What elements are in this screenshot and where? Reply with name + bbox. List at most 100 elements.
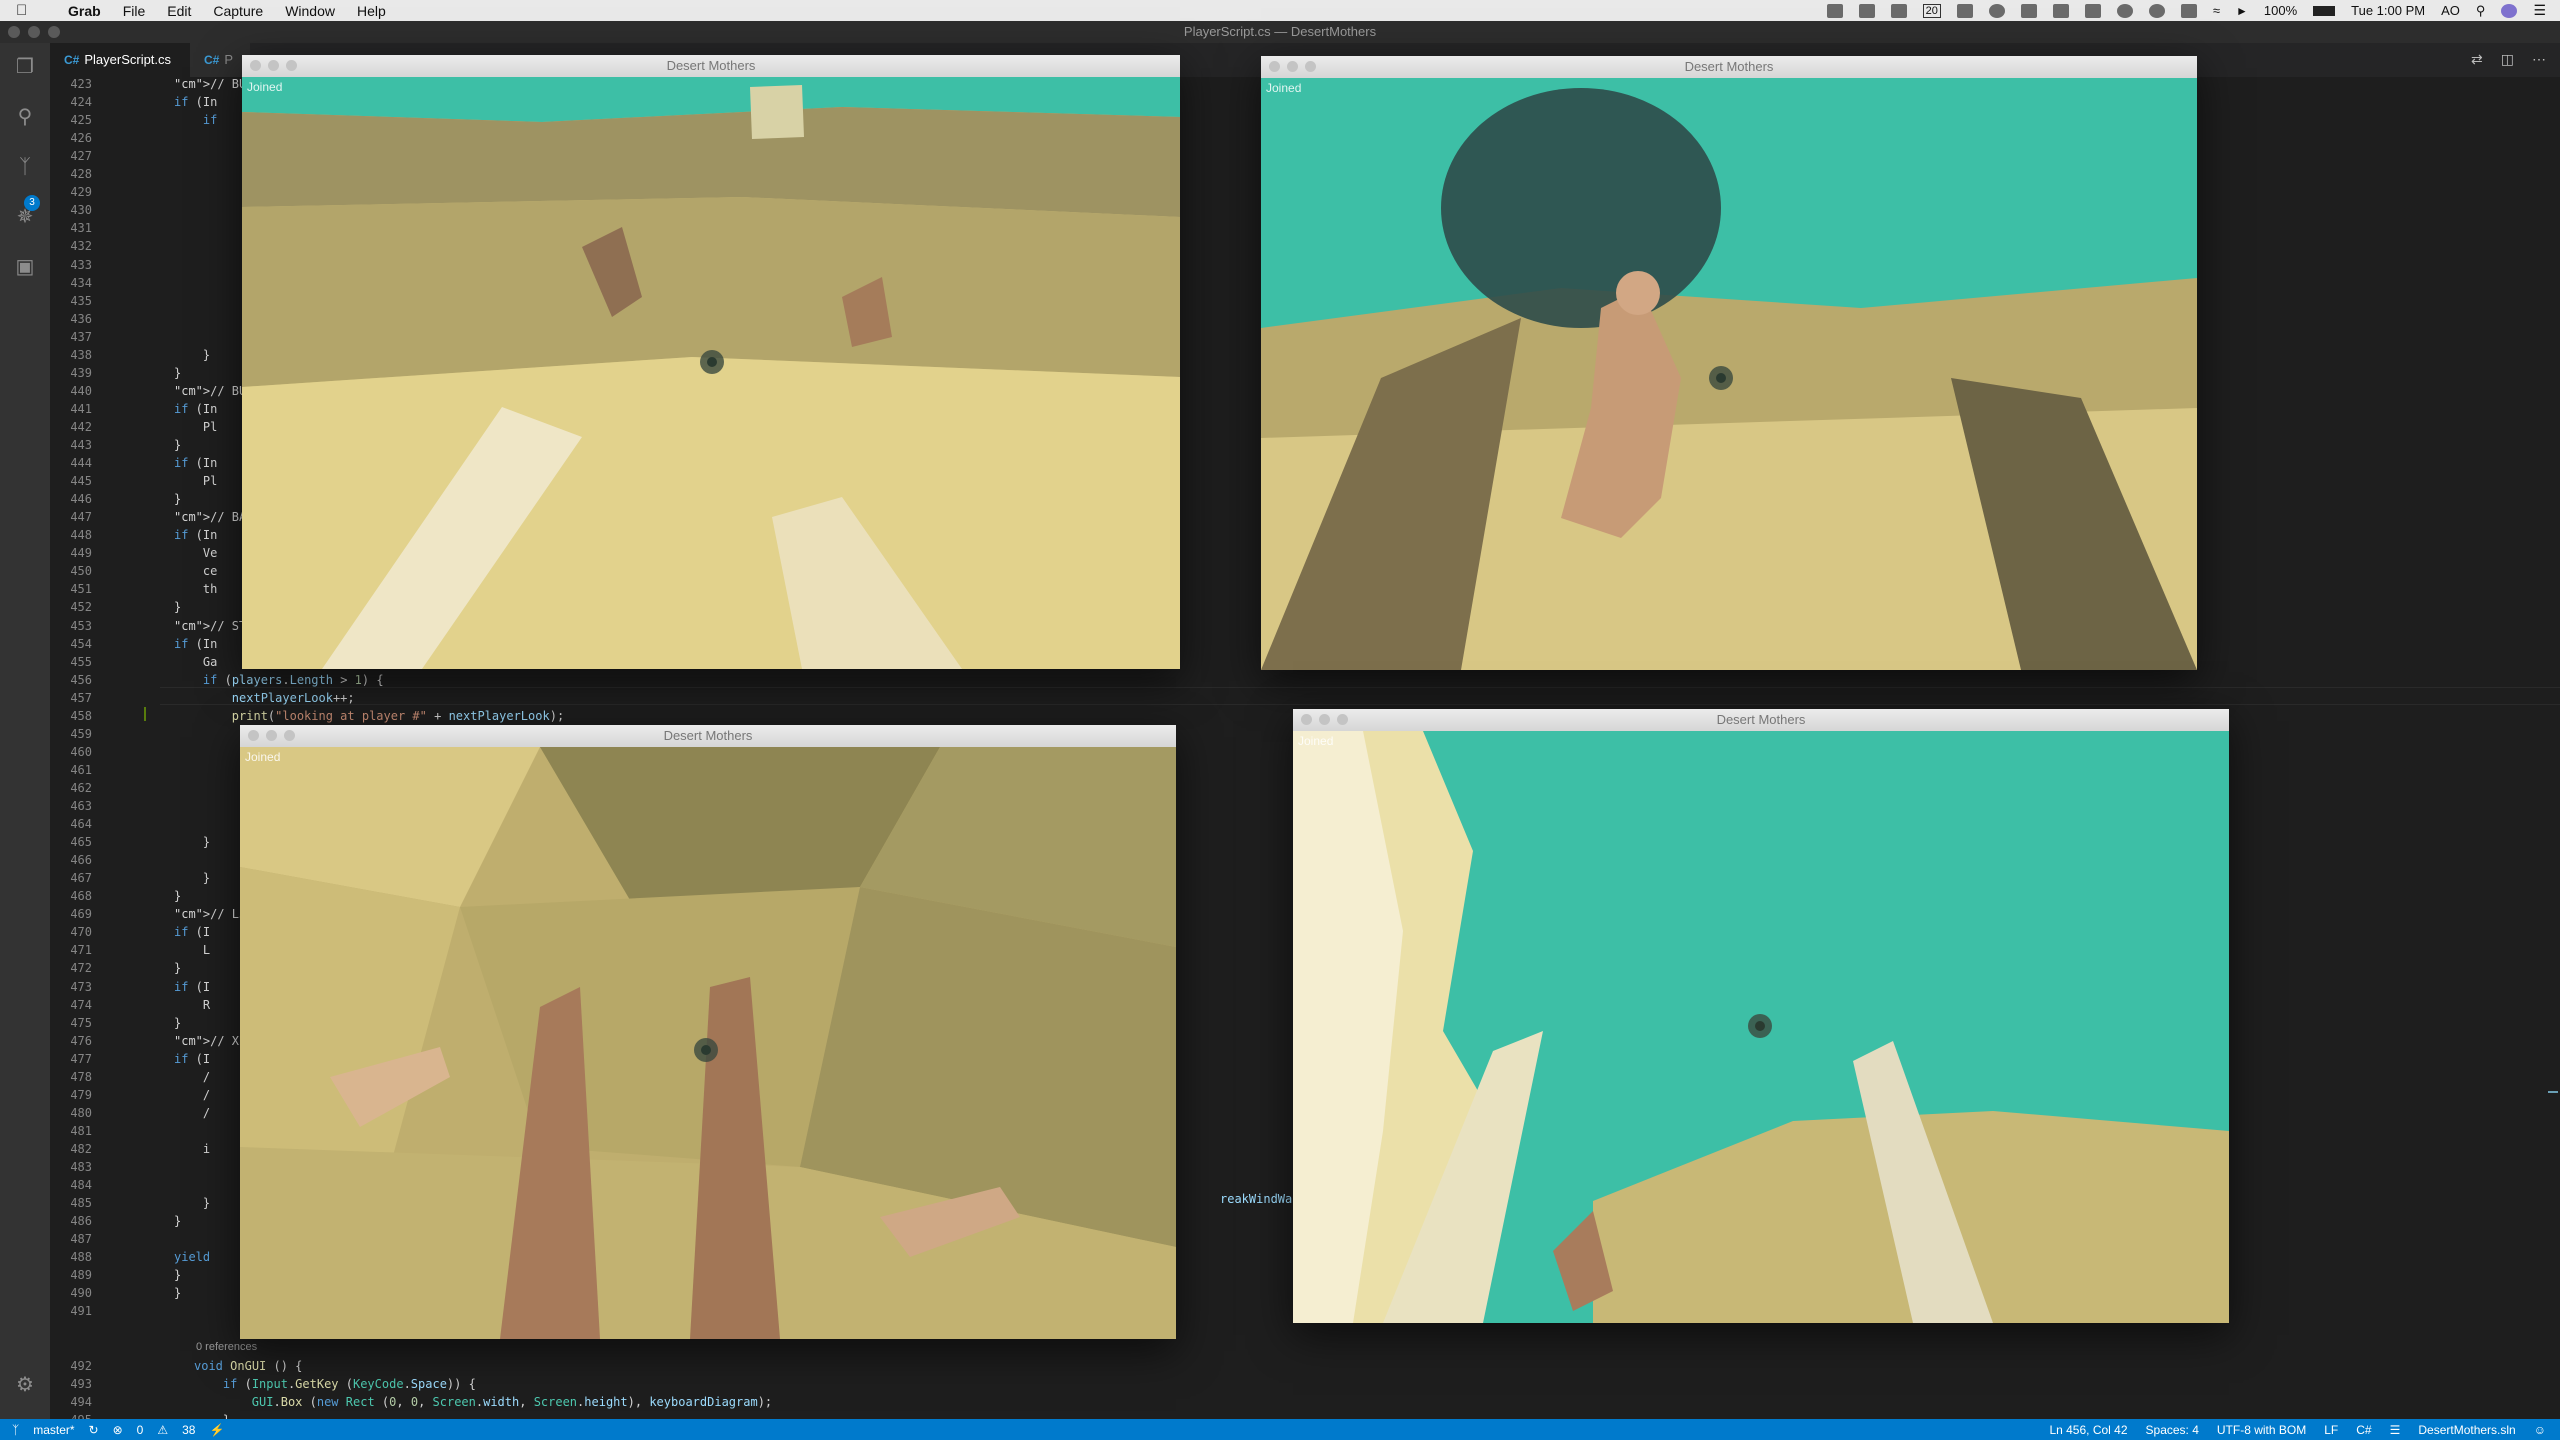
tray-app-icon[interactable] <box>1988 3 2005 18</box>
minimize-window-button[interactable] <box>1287 61 1298 72</box>
cursor-position[interactable]: Ln 456, Col 42 <box>2049 1423 2127 1437</box>
close-window-button[interactable] <box>1301 714 1312 725</box>
code-line[interactable]: i <box>174 1142 210 1156</box>
menubar-clock[interactable]: Tue 1:00 PM <box>2351 3 2425 18</box>
zoom-window-button[interactable] <box>48 26 60 38</box>
minimize-window-button[interactable] <box>266 730 277 741</box>
code-line[interactable]: nextPlayerLook++; <box>174 691 355 705</box>
warning-icon[interactable]: ⚠ <box>157 1423 168 1437</box>
spotlight-icon[interactable]: ⚲ <box>2476 3 2486 19</box>
code-line[interactable]: Pl <box>174 420 217 434</box>
code-line[interactable]: Ga <box>174 655 217 669</box>
code-line[interactable]: / <box>174 1070 210 1084</box>
code-line[interactable]: } <box>174 492 181 506</box>
game-window-titlebar[interactable]: Desert Mothers <box>240 725 1176 747</box>
code-line[interactable]: yield <box>174 1250 210 1264</box>
close-window-button[interactable] <box>1269 61 1280 72</box>
code-line[interactable]: if (In <box>174 95 217 109</box>
game-window-titlebar[interactable]: Desert Mothers <box>1261 56 2197 78</box>
code-line[interactable]: th <box>174 582 217 596</box>
code-line[interactable]: / <box>174 1106 210 1120</box>
battery-percent[interactable]: 100% <box>2264 3 2297 18</box>
code-line[interactable]: } <box>174 1286 181 1300</box>
menu-capture[interactable]: Capture <box>213 3 263 19</box>
game-viewport[interactable] <box>240 747 1176 1339</box>
minimize-window-button[interactable] <box>28 26 40 38</box>
time-machine-icon[interactable] <box>2148 3 2165 18</box>
code-line[interactable]: } <box>174 348 210 362</box>
notification-center-icon[interactable]: ☰ <box>2533 2 2546 19</box>
close-window-button[interactable] <box>8 26 20 38</box>
search-icon[interactable]: ⚲ <box>13 105 37 129</box>
split-editor-icon[interactable]: ◫ <box>2501 51 2514 68</box>
code-line[interactable]: if (I <box>174 925 210 939</box>
feedback-icon[interactable]: ☺ <box>2534 1423 2546 1437</box>
code-line[interactable]: } <box>174 1214 181 1228</box>
close-window-button[interactable] <box>248 730 259 741</box>
code-line[interactable]: "cm">// XB <box>174 1034 246 1048</box>
flame-icon[interactable] <box>2052 3 2069 18</box>
close-window-button[interactable] <box>250 60 261 71</box>
minimize-window-button[interactable] <box>268 60 279 71</box>
code-line[interactable]: if (I <box>174 980 210 994</box>
volume-icon[interactable]: ► <box>2236 4 2248 18</box>
battery-icon[interactable] <box>2313 5 2336 16</box>
tray-app-icon[interactable] <box>1858 3 1875 18</box>
language-mode[interactable]: C# <box>2356 1423 2371 1437</box>
code-line[interactable]: ce <box>174 564 217 578</box>
user-initials[interactable]: AO <box>2441 3 2460 18</box>
error-count[interactable]: 0 <box>137 1423 144 1437</box>
source-control-icon[interactable]: ᛉ <box>13 155 37 179</box>
code-line[interactable]: "cm">// L3 <box>174 907 246 921</box>
code-line[interactable]: } <box>174 871 210 885</box>
zoom-window-button[interactable] <box>284 730 295 741</box>
open-changes-icon[interactable]: ⇄ <box>2471 51 2483 68</box>
code-line[interactable]: Pl <box>174 474 217 488</box>
code-line[interactable]: } <box>174 600 181 614</box>
game-viewport[interactable] <box>1293 731 2229 1323</box>
code-line[interactable]: } <box>174 1268 181 1282</box>
code-line[interactable]: print("looking at player #" + nextPlayer… <box>174 709 564 723</box>
sync-icon[interactable]: ↻ <box>89 1423 99 1437</box>
tray-app-icon[interactable] <box>1956 3 1973 18</box>
game-window-4[interactable]: Desert Mothers Joined <box>1293 709 2229 1323</box>
warning-count[interactable]: 38 <box>182 1423 195 1437</box>
game-viewport[interactable] <box>242 77 1180 669</box>
debug-icon[interactable]: ✵ <box>13 205 37 229</box>
zoom-window-button[interactable] <box>286 60 297 71</box>
siri-icon[interactable] <box>2501 3 2518 18</box>
code-line[interactable]: } <box>174 961 181 975</box>
solution-name[interactable]: DesertMothers.sln <box>2418 1423 2515 1437</box>
game-window-1[interactable]: Desert Mothers Joined <box>242 55 1180 669</box>
game-window-2[interactable]: Desert Mothers Joined <box>1261 56 2197 670</box>
error-icon[interactable]: ⊗ <box>113 1423 123 1437</box>
code-line[interactable]: } <box>174 366 181 380</box>
indentation[interactable]: Spaces: 4 <box>2146 1423 2199 1437</box>
code-line[interactable]: GUI.Box (new Rect (0, 0, Screen.width, S… <box>194 1395 772 1409</box>
code-line[interactable]: / <box>174 1088 210 1102</box>
code-line[interactable]: "cm">// BU <box>174 77 246 91</box>
apple-menu-icon[interactable]:  <box>16 2 34 19</box>
code-line[interactable]: Ve <box>174 546 217 560</box>
menu-help[interactable]: Help <box>357 3 386 19</box>
menu-file[interactable]: File <box>123 3 146 19</box>
code-line[interactable]: R <box>174 998 210 1012</box>
git-branch-icon[interactable]: ᛉ <box>12 1423 19 1437</box>
tab-secondary-file[interactable]: C# P <box>190 43 250 77</box>
tray-app-icon[interactable] <box>2116 3 2133 18</box>
more-actions-icon[interactable]: ⋯ <box>2532 51 2546 68</box>
game-window-titlebar[interactable]: Desert Mothers <box>1293 709 2229 731</box>
tray-app-icon[interactable] <box>1826 3 1843 18</box>
code-line[interactable]: if (Input.GetKey (KeyCode.Space)) { <box>194 1377 476 1391</box>
bluetooth-icon[interactable] <box>2180 3 2197 18</box>
code-line[interactable]: } <box>174 1196 210 1210</box>
code-line[interactable]: L <box>174 943 210 957</box>
code-line[interactable]: if (In <box>174 528 217 542</box>
lightning-icon[interactable]: ⚡ <box>209 1423 224 1437</box>
tab-playerscript[interactable]: C# PlayerScript.cs <box>50 43 190 77</box>
game-window-titlebar[interactable]: Desert Mothers <box>242 55 1180 77</box>
explorer-icon[interactable]: ❐ <box>13 55 37 79</box>
menu-app-name[interactable]: Grab <box>68 3 101 19</box>
code-line[interactable]: if <box>174 113 217 127</box>
minimize-window-button[interactable] <box>1319 714 1330 725</box>
